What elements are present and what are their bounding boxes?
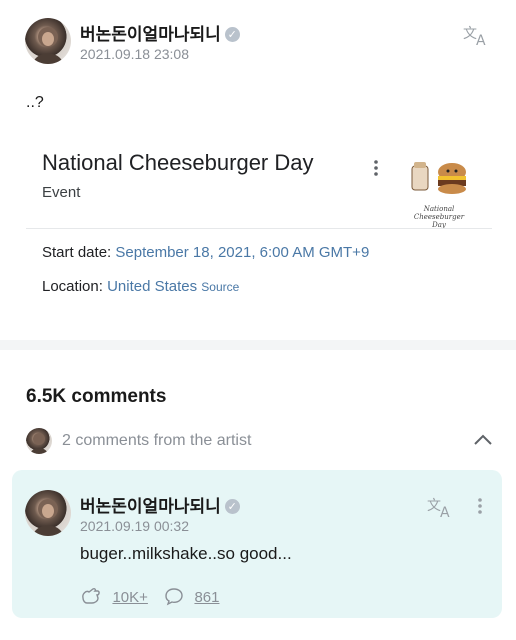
location-value[interactable]: United States bbox=[107, 278, 197, 295]
reply-button[interactable]: 861 bbox=[164, 586, 219, 608]
verified-icon: ✓ bbox=[224, 27, 240, 42]
comment-timestamp: 2021.09.19 00:32 bbox=[80, 518, 189, 534]
card-divider bbox=[26, 228, 492, 229]
svg-text:文: 文 bbox=[427, 498, 441, 514]
source-link[interactable]: Source bbox=[201, 280, 239, 294]
avatar-photo bbox=[33, 27, 63, 64]
svg-text:文: 文 bbox=[463, 26, 477, 42]
svg-text:A: A bbox=[440, 505, 450, 520]
comment-translate-button[interactable]: 文 A bbox=[426, 494, 456, 521]
comment-bubble-icon bbox=[165, 588, 183, 606]
comment-text: buger..milkshake..so good... bbox=[80, 544, 292, 563]
artist-comment-card: 버논돈이얼마나되니 ✓ 2021.09.19 00:32 文 A buger..m… bbox=[12, 470, 502, 618]
translate-button[interactable]: 文 A bbox=[462, 22, 492, 49]
avatar-photo bbox=[30, 433, 48, 454]
event-card[interactable]: National Cheeseburger Day Event National… bbox=[26, 130, 492, 310]
translate-icon: 文 A bbox=[427, 498, 450, 521]
translate-icon: 文 A bbox=[463, 26, 486, 49]
more-vertical-icon bbox=[374, 160, 378, 176]
verified-icon: ✓ bbox=[224, 499, 240, 514]
chevron-up-icon bbox=[474, 434, 492, 445]
post-author-name[interactable]: 버논돈이얼마나되니 ✓ bbox=[80, 20, 240, 45]
location-label: Location: bbox=[42, 278, 103, 295]
author-avatar[interactable] bbox=[25, 18, 71, 64]
start-date-label: Start date: bbox=[42, 244, 112, 261]
section-divider bbox=[0, 340, 516, 350]
event-subtitle: Event bbox=[42, 184, 81, 201]
author-name-text: 버논돈이얼마나되니 bbox=[80, 25, 221, 44]
event-more-button[interactable] bbox=[370, 158, 382, 178]
post-timestamp: 2021.09.18 23:08 bbox=[80, 46, 189, 62]
avatar-photo bbox=[33, 499, 63, 536]
event-image[interactable]: National Cheeseburger Day bbox=[408, 160, 470, 229]
comment-author-name[interactable]: 버논돈이얼마나되니 ✓ bbox=[80, 492, 240, 517]
like-count: 10K+ bbox=[112, 589, 148, 606]
artist-comments-toggle[interactable]: 2 comments from the artist bbox=[26, 426, 496, 456]
cheeseburger-illustration bbox=[411, 162, 466, 194]
like-button[interactable]: 10K+ bbox=[80, 586, 148, 608]
more-vertical-icon bbox=[478, 498, 482, 514]
event-title: National Cheeseburger Day bbox=[42, 150, 314, 175]
comments-count: 6.5K comments bbox=[26, 386, 167, 407]
like-hands-icon bbox=[82, 588, 100, 604]
artist-comments-label: 2 comments from the artist bbox=[62, 432, 251, 450]
image-caption-line2: Cheeseburger Day bbox=[413, 213, 465, 229]
comment-author-text: 버논돈이얼마나되니 bbox=[80, 497, 221, 516]
comment-author-avatar[interactable] bbox=[25, 490, 71, 536]
comment-more-button[interactable] bbox=[474, 496, 486, 516]
location-row: Location: United States Source bbox=[42, 278, 239, 295]
image-caption-line1: National bbox=[423, 205, 455, 213]
post-text: ..? bbox=[26, 94, 44, 111]
start-date-value[interactable]: September 18, 2021, 6:00 AM GMT+9 bbox=[115, 244, 369, 261]
artist-avatar-small bbox=[26, 428, 52, 454]
start-date-row: Start date: September 18, 2021, 6:00 AM … bbox=[42, 244, 369, 261]
artist-comment-count: 2 bbox=[62, 432, 71, 449]
collapse-button[interactable] bbox=[472, 430, 494, 450]
svg-text:A: A bbox=[476, 33, 486, 48]
artist-comment-text: comments from the artist bbox=[75, 432, 252, 449]
reply-count: 861 bbox=[194, 589, 220, 606]
